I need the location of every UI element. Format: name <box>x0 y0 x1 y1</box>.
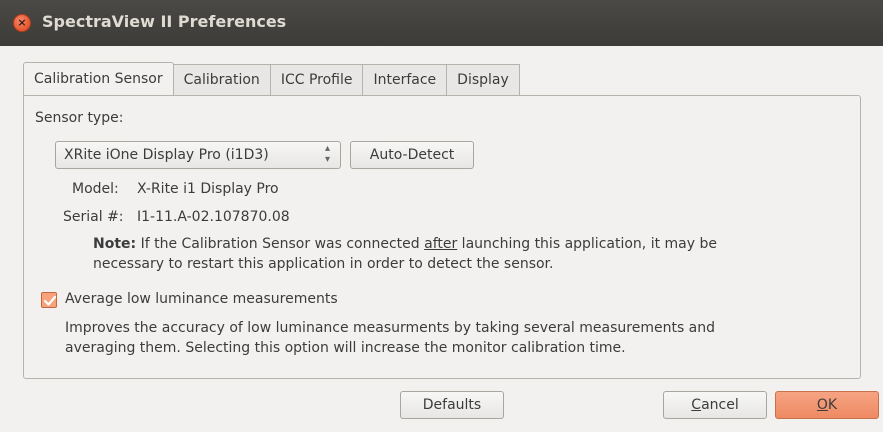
checkmark-icon <box>43 295 57 306</box>
ok-mnemonic: O <box>816 397 828 413</box>
note-underlined: after <box>424 236 458 252</box>
average-description-line-2: averaging them. Selecting this option wi… <box>65 340 626 356</box>
close-icon[interactable]: × <box>13 14 31 32</box>
tab-icc-profile[interactable]: ICC Profile <box>270 64 364 96</box>
ok-button[interactable]: OK <box>775 391 879 419</box>
cancel-button[interactable]: Cancel <box>663 391 767 419</box>
defaults-button[interactable]: Defaults <box>400 391 504 419</box>
tab-calibration[interactable]: Calibration <box>173 64 271 96</box>
note-text-2: launching this application, it may be <box>457 236 717 252</box>
sensor-type-value: XRite iOne Display Pro (i1D3) <box>64 147 269 163</box>
serial-value: I1-11.A-02.107870.08 <box>137 209 290 225</box>
serial-label: Serial #: <box>63 209 124 225</box>
note-line-1: Note: If the Calibration Sensor was conn… <box>93 236 717 252</box>
average-label[interactable]: Average low luminance measurements <box>65 291 338 307</box>
note-line-2: necessary to restart this application in… <box>93 256 554 272</box>
cancel-label: ancel <box>701 397 739 413</box>
ok-label: K <box>827 397 838 413</box>
model-label: Model: <box>72 181 119 197</box>
average-description-line-1: Improves the accuracy of low luminance m… <box>65 320 716 336</box>
tab-display[interactable]: Display <box>447 64 520 96</box>
note-text-1: If the Calibration Sensor was connected <box>136 236 425 252</box>
model-value: X-Rite i1 Display Pro <box>137 181 279 197</box>
cancel-mnemonic: C <box>691 397 702 413</box>
sensor-type-label: Sensor type: <box>35 110 124 126</box>
note-bold: Note: <box>93 236 137 252</box>
tab-bar: Calibration Sensor Calibration ICC Profi… <box>23 62 520 96</box>
window-title: SpectraView II Preferences <box>42 12 287 31</box>
tab-calibration-sensor[interactable]: Calibration Sensor <box>23 62 174 96</box>
calibration-sensor-panel: Sensor type: XRite iOne Display Pro (i1D… <box>23 95 861 379</box>
tab-interface[interactable]: Interface <box>363 64 448 96</box>
sensor-type-combo[interactable]: XRite iOne Display Pro (i1D3) ▴ ▾ <box>55 141 341 169</box>
up-down-arrows-icon: ▴ ▾ <box>324 143 330 165</box>
auto-detect-button[interactable]: Auto-Detect <box>350 141 474 169</box>
preferences-window: × SpectraView II Preferences Calibration… <box>0 0 883 432</box>
title-bar: × SpectraView II Preferences <box>0 0 883 46</box>
average-checkbox[interactable] <box>41 292 57 308</box>
